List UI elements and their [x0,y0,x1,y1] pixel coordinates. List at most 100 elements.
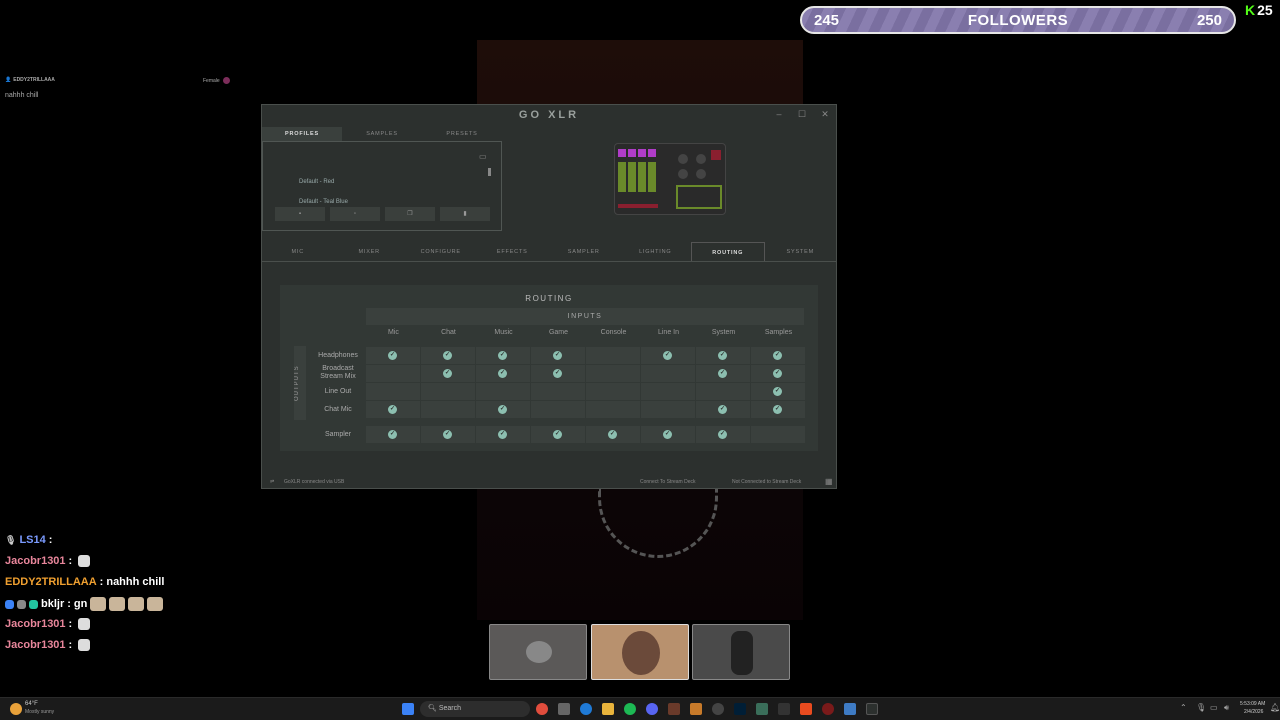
routing-cell[interactable]: ✓ [751,347,805,364]
routing-cell[interactable] [641,383,695,400]
routing-cell[interactable]: ✓ [751,383,805,400]
routing-cell[interactable]: ✓ [751,401,805,418]
routing-cell[interactable]: ✓ [366,426,420,443]
routing-cell[interactable] [531,383,585,400]
app-icon[interactable] [712,703,724,715]
routing-cell[interactable] [421,401,475,418]
routing-cell[interactable]: ✓ [421,347,475,364]
routing-cell[interactable]: ✓ [641,426,695,443]
microphone-icon[interactable]: 🎙︎ [1196,703,1206,712]
tab-mixer[interactable]: MIXER [334,242,406,261]
tab-system[interactable]: SYSTEM [765,242,837,261]
routing-cell[interactable]: ✓ [476,365,530,382]
routing-cell[interactable] [586,347,640,364]
routing-cell[interactable]: ✓ [696,426,750,443]
tab-routing[interactable]: ROUTING [691,242,765,261]
tab-samples[interactable]: SAMPLES [342,127,422,141]
routing-cell[interactable]: ✓ [476,401,530,418]
connect-stream-deck-button[interactable]: Connect To Stream Deck [640,479,696,485]
routing-cell[interactable]: ✓ [586,426,640,443]
chat-username[interactable]: Jacobr1301 [5,639,66,651]
scrollbar[interactable] [488,168,491,176]
close-button[interactable]: ✕ [818,109,832,120]
participant-tile[interactable] [591,624,689,680]
windows-start-icon[interactable] [402,703,414,715]
tab-configure[interactable]: CONFIGURE [405,242,477,261]
photoshop-icon[interactable] [734,703,746,715]
delete-profile-button[interactable]: ▮ [440,207,490,221]
routing-cell[interactable] [586,383,640,400]
routing-cell[interactable] [531,401,585,418]
volume-icon[interactable]: 🔊︎ [1224,703,1229,713]
clock-time[interactable]: 5:53:09 AM [1240,701,1265,707]
file-explorer-icon[interactable] [602,703,614,715]
routing-cell[interactable]: ✓ [531,365,585,382]
routing-cell[interactable]: ✓ [531,347,585,364]
minimize-button[interactable]: – [772,109,786,119]
routing-cell[interactable] [586,401,640,418]
tab-effects[interactable]: EFFECTS [477,242,549,261]
edge-icon[interactable] [580,703,592,715]
notification-icon[interactable]: 🔔︎ [1270,703,1280,712]
app-icon[interactable] [844,703,856,715]
routing-cell[interactable]: ✓ [641,347,695,364]
participant-tile[interactable] [692,624,790,680]
routing-cell[interactable] [586,365,640,382]
chat-username[interactable]: bkljr [41,598,64,610]
spotify-icon[interactable] [624,703,636,715]
folder-icon[interactable]: ▭ [479,152,487,161]
profile-item[interactable]: Default - Teal Blue [299,199,348,205]
tab-profiles[interactable]: PROFILES [262,127,342,141]
tab-lighting[interactable]: LIGHTING [620,242,692,261]
routing-cell[interactable] [751,426,805,443]
network-icon[interactable]: ▭ [1210,703,1218,712]
new-profile-button[interactable]: ▫ [330,207,380,221]
routing-cell[interactable]: ✓ [696,365,750,382]
routing-cell[interactable]: ✓ [476,426,530,443]
routing-cell[interactable] [641,365,695,382]
maximize-button[interactable]: ☐ [795,109,809,120]
chat-username[interactable]: LS14 [19,534,45,546]
goxlr-taskbar-icon[interactable] [866,703,878,715]
task-view-icon[interactable] [558,703,570,715]
save-profile-button[interactable]: ▪ [275,207,325,221]
taskbar-search[interactable]: 🔍︎ Search [420,701,530,717]
routing-cell[interactable]: ✓ [531,426,585,443]
save-icon: ▪ [298,211,302,217]
chat-username[interactable]: Jacobr1301 [5,555,66,567]
routing-cell[interactable]: ✓ [696,401,750,418]
routing-cell[interactable] [476,383,530,400]
app-icon[interactable] [668,703,680,715]
routing-cell[interactable] [696,383,750,400]
routing-cell[interactable]: ✓ [751,365,805,382]
routing-cell[interactable]: ✓ [366,347,420,364]
chat-username[interactable]: EDDY2TRILLAAA [5,576,97,588]
chat-username[interactable]: Jacobr1301 [5,618,66,630]
app-icon[interactable] [778,703,790,715]
tab-mic[interactable]: MIC [262,242,334,261]
tab-sampler[interactable]: SAMPLER [548,242,620,261]
routing-cell[interactable]: ✓ [366,401,420,418]
routing-cell[interactable] [421,383,475,400]
routing-cell[interactable] [366,383,420,400]
grid-icon[interactable]: ▦ [825,477,833,486]
routing-cell[interactable] [366,365,420,382]
routing-cell[interactable]: ✓ [696,347,750,364]
tab-presets[interactable]: PRESETS [422,127,502,141]
participant-tile[interactable] [489,624,587,680]
chrome-icon[interactable] [536,703,548,715]
app-icon[interactable] [690,703,702,715]
routing-cell[interactable]: ✓ [421,365,475,382]
discord-icon[interactable] [646,703,658,715]
brave-icon[interactable] [800,703,812,715]
obs-icon[interactable] [822,703,834,715]
routing-cell[interactable]: ✓ [476,347,530,364]
routing-cell[interactable] [641,401,695,418]
weather-icon[interactable] [10,703,22,715]
profile-item[interactable]: Default - Red [299,179,334,185]
clock-date[interactable]: 2/4/2026 [1244,709,1263,715]
app-icon[interactable] [756,703,768,715]
copy-profile-button[interactable]: ❐ [385,207,435,221]
tray-chevron-icon[interactable]: ⌃ [1180,703,1187,712]
routing-cell[interactable]: ✓ [421,426,475,443]
